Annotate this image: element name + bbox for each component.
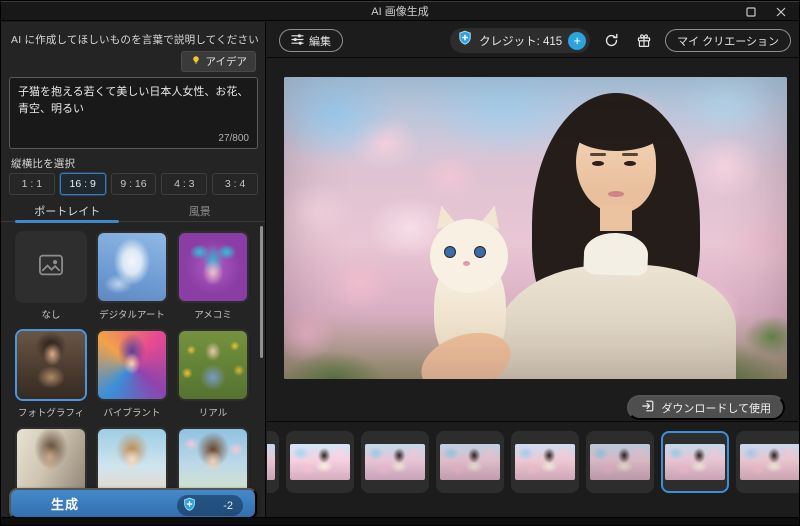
filmstrip-item-1[interactable] (267, 431, 279, 493)
toolbar: 編集 クレジット: 415 + マイ クリエーション (267, 22, 799, 58)
generate-label: 生成 (51, 497, 80, 512)
prompt-input[interactable]: 子猫を抱える若くて美しい日本人女性、お花、青空、明るい 27/800 (9, 77, 258, 149)
filmstrip-item-2[interactable] (286, 431, 354, 493)
edit-button-label: 編集 (309, 35, 331, 48)
filmstrip-item-6[interactable] (586, 431, 654, 493)
sliders-icon (291, 33, 304, 48)
style-label: なし (41, 310, 61, 321)
left-panel: AI に作成してほしいものを言葉で説明してください アイデア 子猫を抱える若くて… (1, 22, 266, 525)
ratio-4-3[interactable]: 4 : 3 (161, 173, 208, 195)
style-label: フォトグラフィ (17, 408, 85, 419)
filmstrip-item-7-selected[interactable] (661, 431, 729, 493)
tab-landscape[interactable]: 風景 (134, 201, 266, 221)
style-card-none[interactable]: なし (15, 231, 87, 321)
idea-button-label: アイデア (205, 56, 247, 68)
comic-thumbnail (179, 233, 247, 301)
style-label: リアル (198, 408, 228, 419)
lightbulb-icon (190, 54, 202, 70)
filmstrip-item-5[interactable] (511, 431, 579, 493)
generate-cost-badge: -2 (177, 495, 243, 516)
style-card-real[interactable]: リアル (177, 329, 249, 419)
credits-label: クレジット: 415 (479, 35, 563, 48)
filmstrip-item-4[interactable] (436, 431, 504, 493)
image-placeholder-icon (36, 251, 66, 284)
add-credits-button[interactable]: + (568, 31, 587, 50)
style-label: デジタルアート (99, 310, 165, 321)
right-panel: 編集 クレジット: 415 + マイ クリエーション ダウンロードして使用 (267, 22, 799, 525)
close-button[interactable] (773, 4, 789, 20)
style-card-photography[interactable]: フォトグラフィ (15, 329, 87, 419)
idea-button[interactable]: アイデア (180, 51, 256, 72)
partial-thumbnail (17, 429, 85, 497)
style-label: バイブラント (103, 408, 161, 419)
digital-art-thumbnail (98, 233, 166, 301)
download-icon (641, 399, 655, 416)
gift-button[interactable] (632, 29, 656, 53)
ratio-16-9[interactable]: 16 : 9 (59, 173, 106, 195)
partial-thumbnail (98, 429, 166, 497)
ratio-label: 縦横比を選択 (11, 158, 76, 170)
vibrant-thumbnail (98, 331, 166, 399)
ratio-3-4[interactable]: 3 : 4 (212, 173, 258, 195)
refresh-button[interactable] (599, 29, 623, 53)
ratio-selector: 1 : 1 16 : 9 9 : 16 4 : 3 3 : 4 (9, 173, 258, 195)
prompt-value: 子猫を抱える若くて美しい日本人女性、お花、青空、明るい (18, 86, 249, 115)
style-label: アメコミ (194, 310, 232, 321)
filmstrip-item-8[interactable] (736, 431, 799, 493)
maximize-button[interactable] (743, 4, 759, 20)
style-card-comic[interactable]: アメコミ (177, 231, 249, 321)
partial-thumbnail (179, 429, 247, 497)
bottom-bar (1, 517, 799, 525)
titlebar: AI 画像生成 (1, 1, 799, 21)
style-card-vibrant[interactable]: バイブラント (96, 329, 168, 419)
my-creations-button[interactable]: マイ クリエーション (665, 29, 791, 52)
ratio-9-16[interactable]: 9 : 16 (110, 173, 157, 195)
generate-cost: -2 (223, 499, 233, 512)
tab-portrait[interactable]: ポートレイト (1, 201, 134, 221)
char-counter: 27/800 (218, 133, 249, 144)
result-filmstrip (267, 422, 799, 519)
window-title: AI 画像生成 (371, 6, 429, 18)
left-panel-scrollbar[interactable] (260, 226, 263, 358)
download-button-label: ダウンロードして使用 (661, 402, 771, 415)
edit-button[interactable]: 編集 (279, 29, 343, 52)
generated-image[interactable] (284, 77, 787, 379)
credit-shield-icon (182, 497, 197, 515)
credit-shield-icon (457, 30, 473, 51)
style-tabs: ポートレイト 風景 (1, 201, 266, 222)
credits-display: クレジット: 415 + (450, 28, 591, 53)
generate-button[interactable]: 生成 -2 (9, 488, 257, 519)
photography-thumbnail (17, 331, 85, 399)
filmstrip-item-3[interactable] (361, 431, 429, 493)
style-card-digital-art[interactable]: デジタルアート (96, 231, 168, 321)
download-button[interactable]: ダウンロードして使用 (627, 395, 785, 420)
prompt-label: AI に作成してほしいものを言葉で説明してください (11, 34, 259, 46)
app-window: AI 画像生成 AI に作成してほしいものを言葉で説明してください アイデア 子… (0, 0, 800, 526)
real-thumbnail (179, 331, 247, 399)
ratio-1-1[interactable]: 1 : 1 (9, 173, 55, 195)
